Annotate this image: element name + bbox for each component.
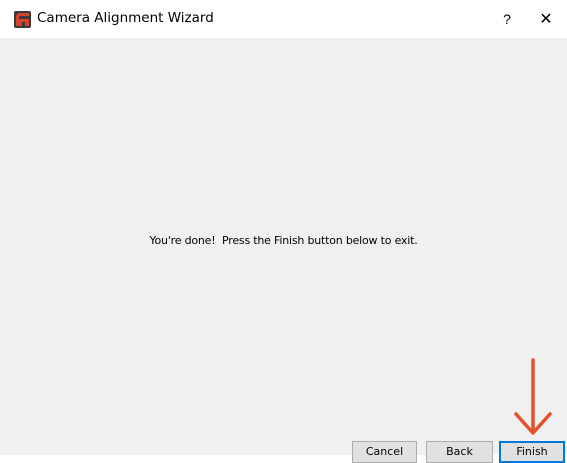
wizard-window: Camera Alignment Wizard ? ✕ You're done!… (0, 0, 567, 463)
down-arrow-annotation-icon (514, 358, 552, 435)
help-button[interactable]: ? (494, 8, 520, 30)
title-bar: Camera Alignment Wizard ? ✕ (0, 0, 567, 38)
window-title: Camera Alignment Wizard (37, 10, 214, 26)
close-icon[interactable]: ✕ (533, 8, 559, 30)
finish-button[interactable]: Finish (499, 441, 565, 463)
back-button[interactable]: Back (426, 441, 493, 463)
app-icon (14, 11, 31, 28)
cancel-button[interactable]: Cancel (352, 441, 417, 463)
completion-message: You're done! Press the Finish button bel… (149, 234, 418, 247)
